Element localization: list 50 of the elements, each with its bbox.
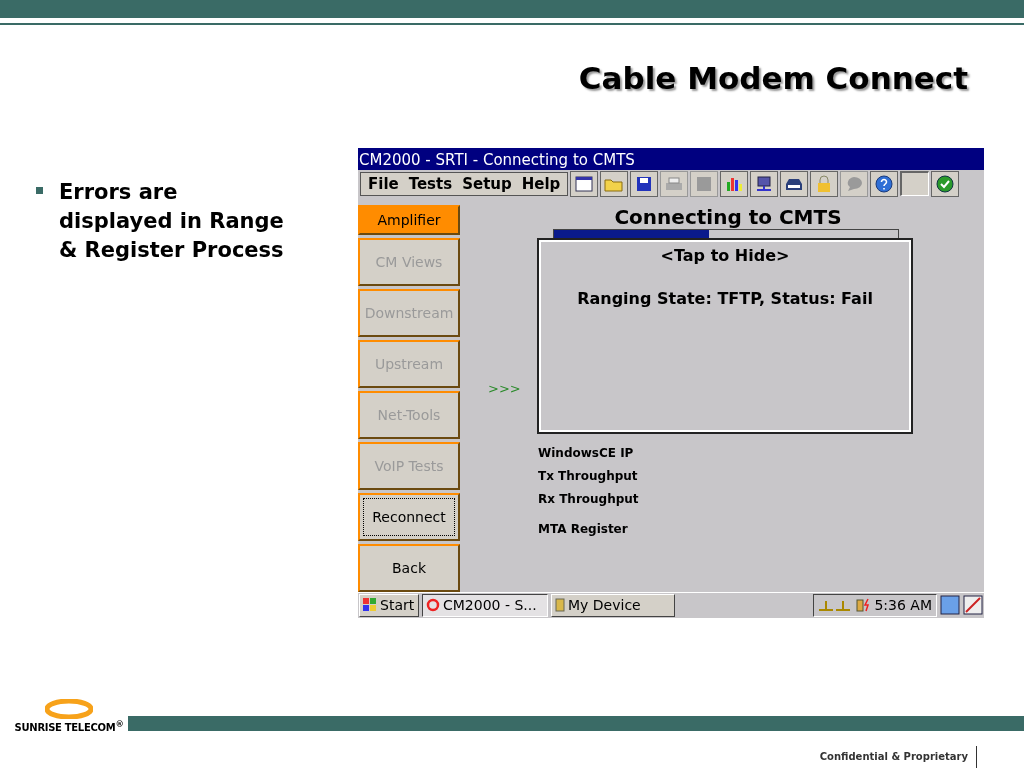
- taskbar-task[interactable]: My Device: [551, 593, 675, 617]
- step-label: Tx Throughput: [538, 467, 639, 484]
- menu-item[interactable]: Tests: [403, 174, 458, 193]
- computer-icon: [755, 175, 774, 192]
- toolbar-button[interactable]: [870, 170, 899, 197]
- taskbar-task[interactable]: CM2000 - S...: [422, 593, 548, 617]
- footer-note: Confidential & Proprietary: [819, 746, 977, 768]
- sidebar-button[interactable]: Amplifier: [358, 204, 460, 235]
- sidebar-button[interactable]: Reconnect: [358, 492, 460, 541]
- menu-item[interactable]: Setup: [457, 174, 517, 193]
- bullet-text: Errors are displayed in Range & Register Process: [59, 178, 285, 264]
- window-title: CM2000 - SRTI - Connecting to CMTS: [358, 147, 984, 170]
- toolbar-button[interactable]: [931, 170, 960, 197]
- sidebar-button[interactable]: Back: [358, 543, 460, 592]
- keyboard-icon[interactable]: [963, 595, 983, 616]
- menu-item[interactable]: File: [363, 174, 404, 193]
- toolbar-button[interactable]: [750, 170, 779, 197]
- toolbar-field[interactable]: [900, 171, 930, 197]
- slide-title: Cable Modem Connect: [578, 58, 968, 97]
- start-button[interactable]: Start: [359, 593, 419, 617]
- step-label: WindowsCE IP: [538, 444, 635, 461]
- logo-text: SUNRISE TELECOM$^{®}$: [14, 718, 124, 733]
- step-label: Rx Throughput: [538, 490, 639, 507]
- arrow-text: >>>: [488, 380, 522, 397]
- error-popup[interactable]: <Tap to Hide> Ranging State: TFTP, Status: Fail: [537, 237, 913, 434]
- toolbar-button[interactable]: [570, 170, 599, 197]
- menu-item[interactable]: Help: [516, 174, 566, 193]
- desktop-icon[interactable]: [940, 595, 960, 616]
- calendar-icon: [575, 175, 594, 192]
- device-icon: [555, 598, 565, 613]
- popup-hint: <Tap to Hide>: [660, 245, 790, 265]
- windows-flag-icon: [363, 598, 377, 613]
- screen-heading: Connecting to CMTS: [613, 204, 843, 229]
- toolbar-button[interactable]: [630, 170, 659, 197]
- bullet-icon: [36, 186, 43, 194]
- help-icon: [875, 174, 894, 193]
- square-icon: [696, 175, 713, 192]
- check-icon: [936, 174, 955, 193]
- battery-icon: [856, 598, 871, 613]
- clock-time: 5:36 AM: [874, 597, 932, 614]
- popup-message: Ranging State: TFTP, Status: Fail: [577, 288, 873, 308]
- save-icon: [636, 175, 653, 192]
- printer-icon: [665, 175, 684, 192]
- chart-icon: [725, 175, 744, 192]
- speech-bubble-icon: [845, 175, 864, 192]
- network-icon: [818, 598, 853, 613]
- lock-icon: [816, 174, 833, 193]
- step-label: MTA Register: [538, 520, 629, 537]
- toolbar-button[interactable]: [720, 170, 749, 197]
- toolbar-button[interactable]: [780, 170, 809, 197]
